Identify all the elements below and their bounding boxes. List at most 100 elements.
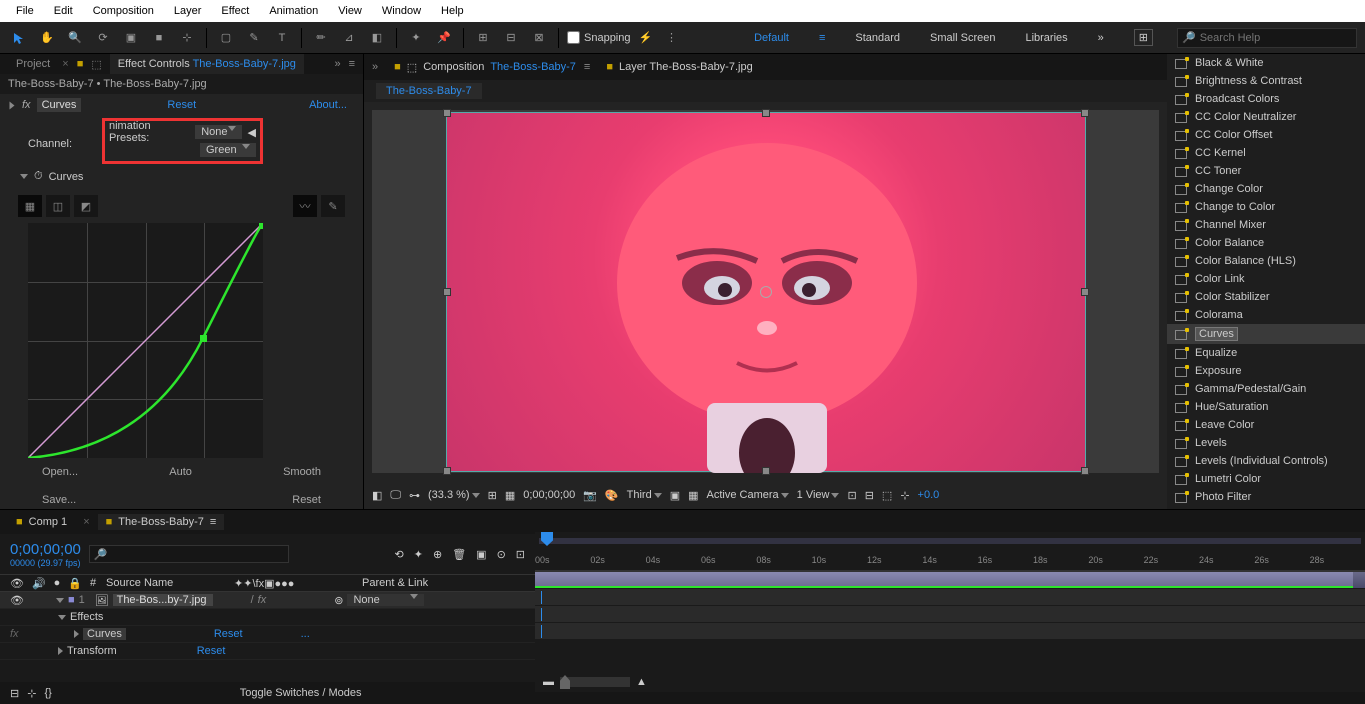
curves-save-button[interactable]: Save... [42,494,76,506]
layer-twirl-icon[interactable] [56,598,64,603]
tl-icon-7[interactable]: ⊡ [516,548,525,561]
transform-group-row[interactable]: Transform Reset [0,643,535,660]
timeline-search[interactable]: 🔎 [89,545,289,563]
resolution-dropdown[interactable]: Third [627,489,662,501]
effect-item-levels-individual-controls-[interactable]: Levels (Individual Controls) [1167,452,1365,470]
preview-image[interactable] [446,112,1086,472]
panel-menu-icon[interactable]: ≡ [349,58,355,70]
workspace-libraries[interactable]: Libraries [1025,32,1067,44]
col-lock-icon[interactable]: 🔒 [68,577,82,590]
effect-item-color-balance[interactable]: Color Balance [1167,234,1365,252]
viewer-opt2-icon[interactable]: ⊟ [865,489,874,502]
orbit-tool[interactable]: ⟳ [92,27,114,49]
rotate-tool[interactable]: ▣ [120,27,142,49]
timeline-tab-comp1[interactable]: ■Comp 1 [8,514,75,530]
pen-tool[interactable]: ✎ [243,27,265,49]
close-project-tab-icon[interactable]: × [62,58,68,70]
exposure-value[interactable]: +0.0 [918,489,940,501]
curves-toggle-triangle[interactable] [20,174,28,179]
roi-icon[interactable]: ▣ [670,489,680,502]
snapping-checkbox[interactable] [567,31,580,44]
viewer-display-icon[interactable]: 🖵 [390,489,401,502]
tab-project[interactable]: Project [8,54,58,74]
bbox-handle-tr[interactable] [1081,109,1089,117]
curves-smooth-button[interactable]: Smooth [283,466,321,478]
brush-tool[interactable]: ✏ [310,27,332,49]
tl-icon-5[interactable]: ▣ [476,548,486,561]
timeline-tab-menu-icon[interactable]: ≡ [210,516,216,528]
toolbar-extra-icon[interactable]: ⊞ [1134,29,1153,46]
search-help-input[interactable] [1200,32,1352,44]
effect-item-ps-arbitrary-map[interactable]: PS Arbitrary Map [1167,506,1365,509]
viewer-time[interactable]: 0;00;00;00 [523,489,575,501]
zoom-tool[interactable]: 🔍 [64,27,86,49]
bbox-handle-t[interactable] [762,109,770,117]
search-help-box[interactable]: 🔎 [1177,28,1357,48]
menu-window[interactable]: Window [372,3,431,19]
zoom-out-icon[interactable]: ▬ [543,676,554,688]
workspace-standard[interactable]: Standard [855,32,900,44]
local-axis-icon[interactable]: ⊞ [472,27,494,49]
panel-overflow-left-icon[interactable]: » [372,61,378,73]
curve-grid-large-icon[interactable]: ◫ [46,195,70,217]
comp-tab-menu-icon[interactable]: ≡ [584,61,590,73]
effect-item-gamma-pedestal-gain[interactable]: Gamma/Pedestal/Gain [1167,380,1365,398]
composition-viewer[interactable] [372,110,1159,473]
effect-item-cc-toner[interactable]: CC Toner [1167,162,1365,180]
world-axis-icon[interactable]: ⊟ [500,27,522,49]
curves-row-reset[interactable]: Reset [214,628,243,640]
bbox-handle-tl[interactable] [443,109,451,117]
effect-item-exposure[interactable]: Exposure [1167,362,1365,380]
zoom-in-icon[interactable]: ▲ [636,676,647,688]
view-axis-icon[interactable]: ⊠ [528,27,550,49]
viewer-opt4-icon[interactable]: ⊹ [900,489,909,502]
viewer-opt3-icon[interactable]: ⬚ [882,489,892,502]
effect-item-channel-mixer[interactable]: Channel Mixer [1167,216,1365,234]
tl-icon-4[interactable]: 🗑 [452,548,466,561]
bbox-handle-r[interactable] [1081,288,1089,296]
effect-item-equalize[interactable]: Equalize [1167,344,1365,362]
effect-item-leave-color[interactable]: Leave Color [1167,416,1365,434]
effect-about-link[interactable]: About... [309,99,347,111]
viewer-grid-icon[interactable]: ▦ [505,489,515,502]
effect-item-colorama[interactable]: Colorama [1167,306,1365,324]
curves-graph[interactable] [28,223,263,458]
tab-layer[interactable]: ■ Layer The-Boss-Baby-7.jpg [606,61,752,73]
comp-subtab[interactable]: The-Boss-Baby-7 [376,83,482,99]
layer-track-1[interactable] [535,572,1365,589]
effect-item-cc-color-neutralizer[interactable]: CC Color Neutralizer [1167,108,1365,126]
panel-overflow-icon[interactable]: » [334,58,340,70]
effect-item-lumetri-color[interactable]: Lumetri Color [1167,470,1365,488]
curve-bezier-icon[interactable]: 〰 [293,195,317,217]
menu-animation[interactable]: Animation [259,3,328,19]
effect-item-cc-color-offset[interactable]: CC Color Offset [1167,126,1365,144]
menu-edit[interactable]: Edit [44,3,83,19]
work-area-bar[interactable] [539,538,1361,544]
menu-effect[interactable]: Effect [211,3,259,19]
layer-name[interactable]: The-Bos...by-7.jpg [113,594,213,606]
transform-twirl[interactable] [58,647,63,655]
selection-tool[interactable] [8,27,30,49]
effect-item-change-color[interactable]: Change Color [1167,180,1365,198]
menu-file[interactable]: File [6,3,44,19]
view-count-dropdown[interactable]: 1 View [797,489,840,501]
bbox-handle-bl[interactable] [443,467,451,475]
snapping-options-icon[interactable]: ⚡ [635,27,657,49]
eraser-tool[interactable]: ◧ [366,27,388,49]
effect-reset-link[interactable]: Reset [167,99,196,111]
workspace-overflow-icon[interactable]: » [1098,32,1104,44]
zoom-dropdown[interactable]: (33.3 %) [428,489,480,501]
tl-icon-2[interactable]: ✦ [414,548,423,561]
animation-presets-dropdown[interactable]: None [195,125,241,139]
menu-layer[interactable]: Layer [164,3,212,19]
menu-help[interactable]: Help [431,3,474,19]
channel-dropdown[interactable]: Green [200,143,256,157]
bbox-handle-l[interactable] [443,288,451,296]
workspace-default[interactable]: Default [754,32,789,44]
puppet-tool[interactable]: 📌 [433,27,455,49]
viewer-opt1-icon[interactable]: ⊡ [847,489,856,502]
curve-linear-icon[interactable]: ◩ [74,195,98,217]
tab-effect-controls[interactable]: Effect Controls The-Boss-Baby-7.jpg [110,54,304,74]
hand-tool[interactable]: ✋ [36,27,58,49]
effect-item-color-link[interactable]: Color Link [1167,270,1365,288]
